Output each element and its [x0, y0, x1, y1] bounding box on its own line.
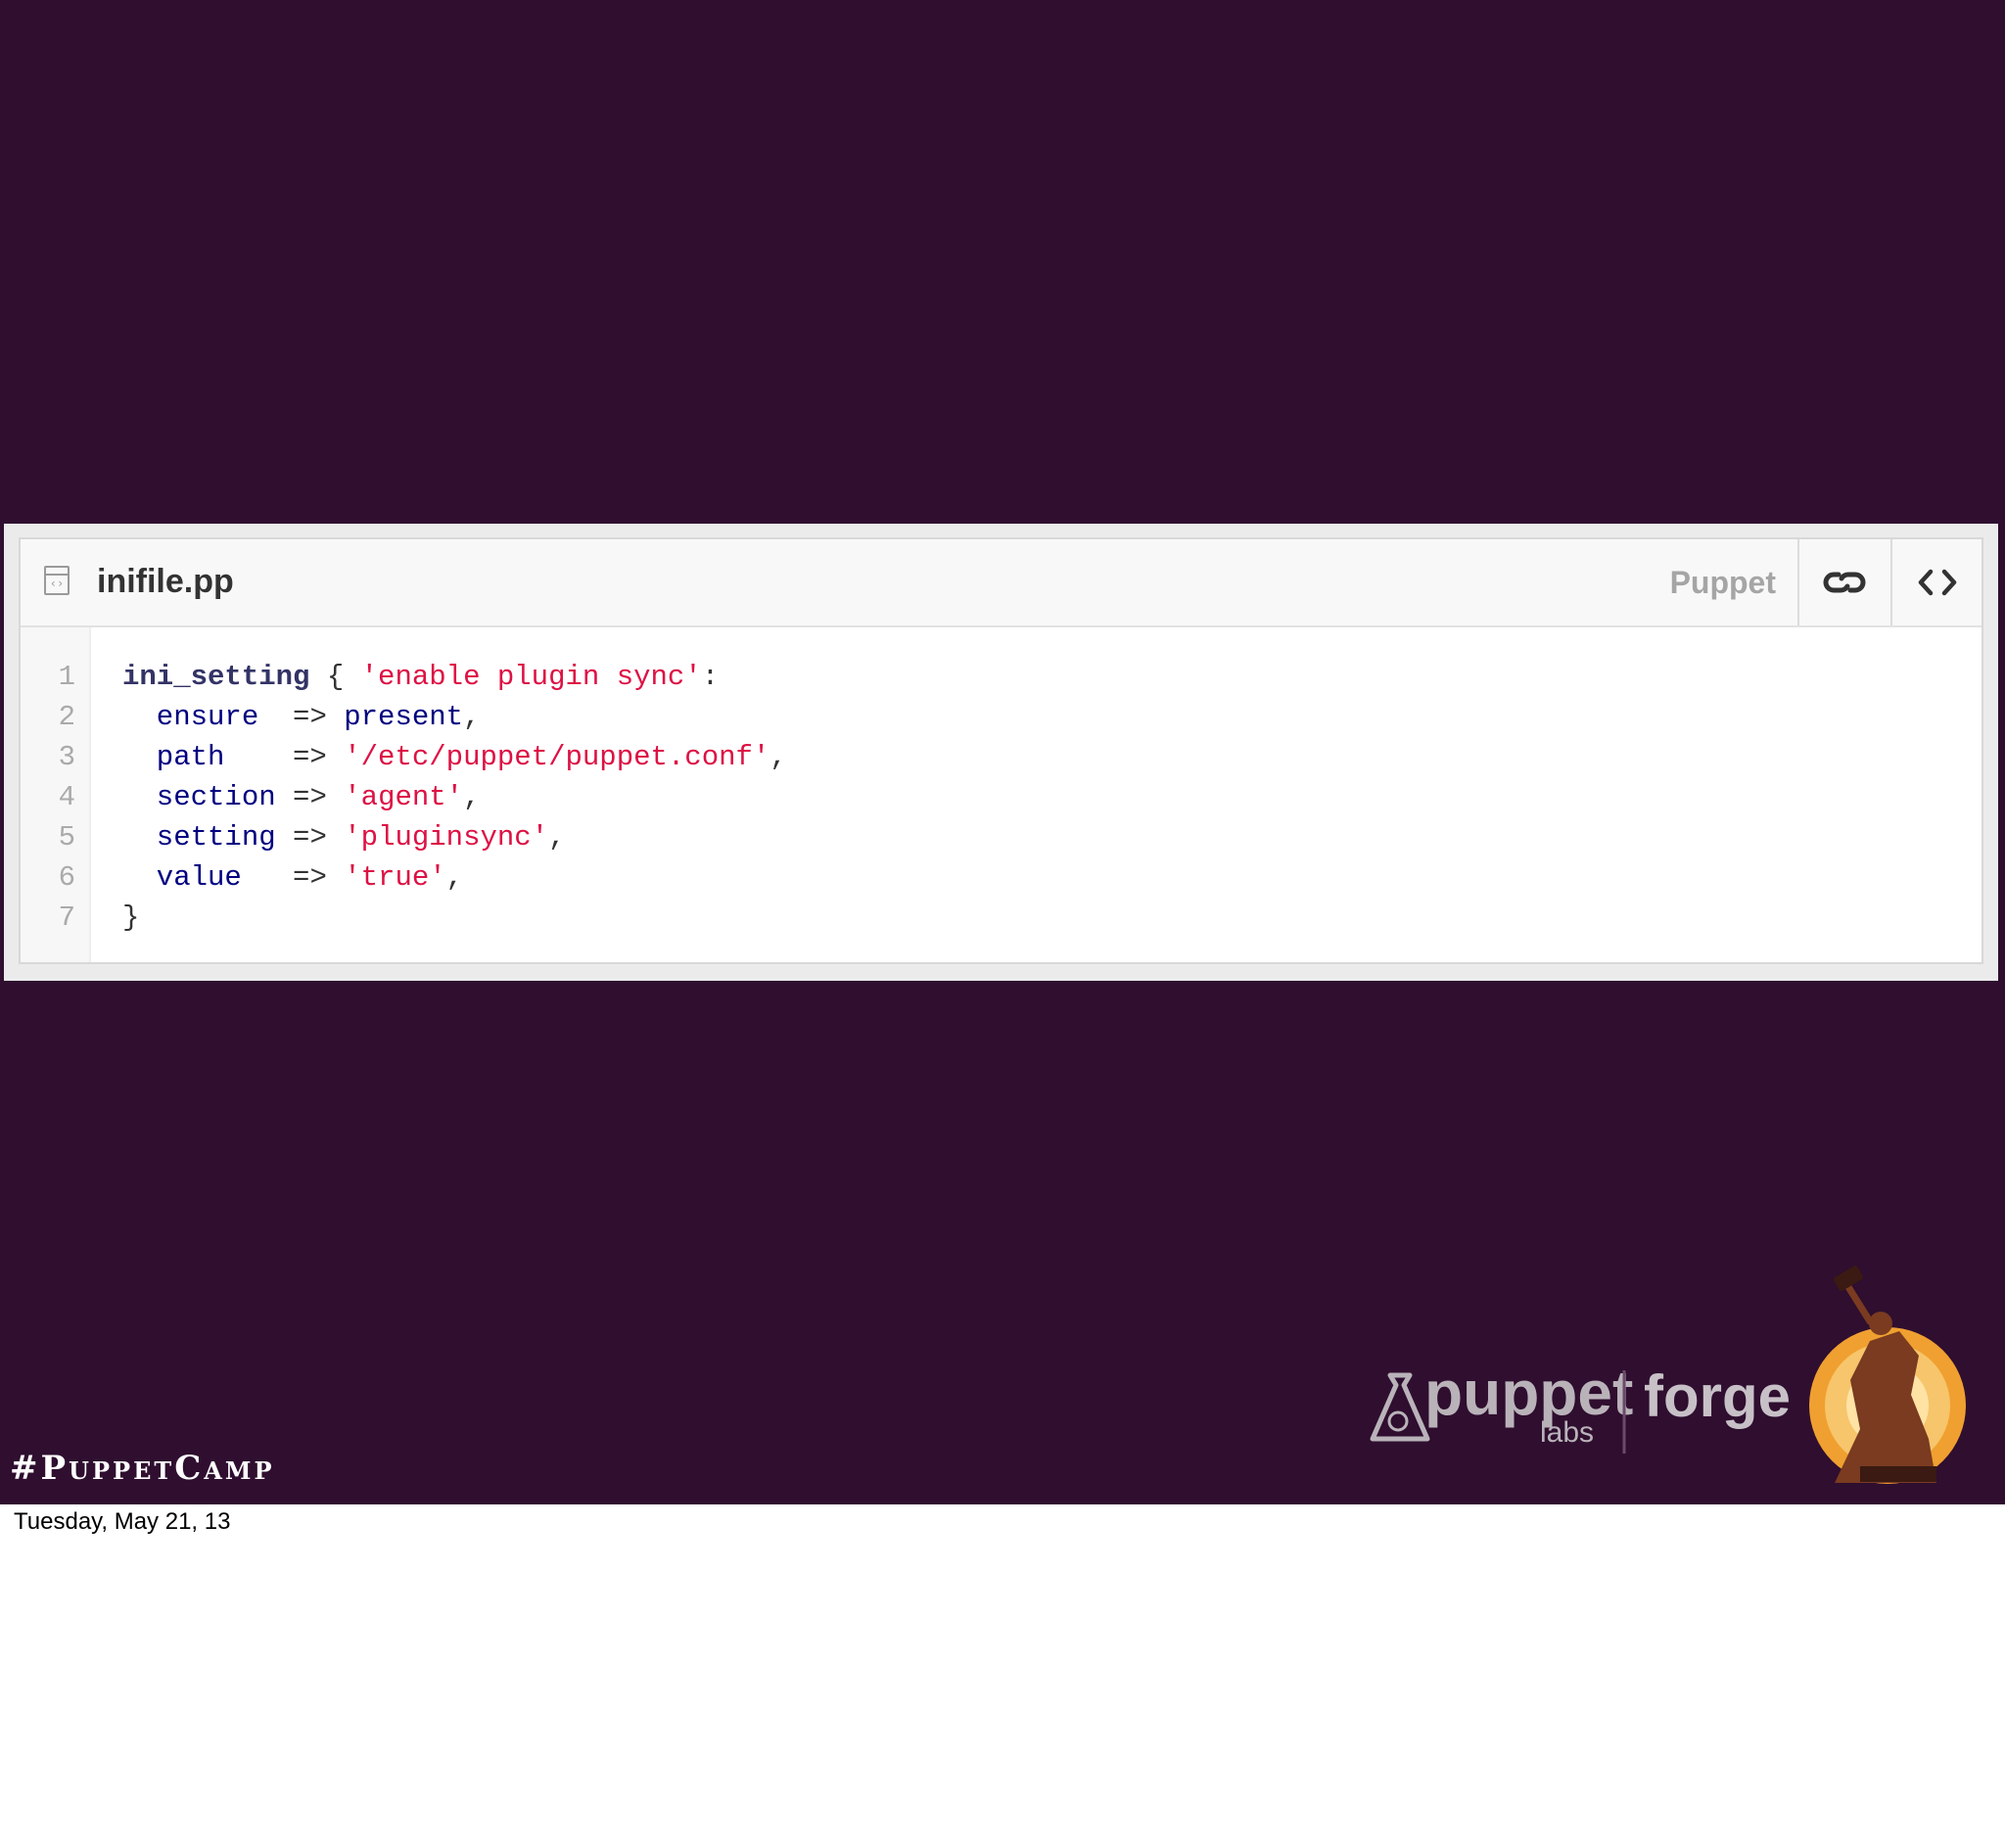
line-numbers: 1 2 3 4 5 6 7 — [21, 657, 75, 938]
code-attribute: value — [122, 861, 242, 894]
code-attribute: setting — [122, 821, 276, 854]
slide-background: ‹› inifile.pp Puppet 1 2 3 4 5 6 7 ini_s… — [0, 0, 2005, 1504]
code-arrow: => — [241, 861, 345, 894]
code-line: section => 'agent', — [122, 777, 787, 817]
code-string: '/etc/puppet/puppet.conf' — [344, 741, 770, 773]
code-punct: , — [463, 781, 481, 813]
code-punct: } — [122, 901, 140, 934]
code-lines: ini_setting { 'enable plugin sync': ensu… — [122, 657, 787, 938]
line-number[interactable]: 4 — [21, 777, 75, 817]
code-punct: , — [548, 821, 566, 854]
view-raw-button[interactable] — [1890, 539, 1982, 625]
slide-date: Tuesday, May 21, 13 — [14, 1508, 231, 1535]
code-line: ini_setting { 'enable plugin sync': — [122, 657, 787, 697]
code-block: 1 2 3 4 5 6 7 ini_setting { 'enable plug… — [21, 627, 1982, 962]
gist-embed: ‹› inifile.pp Puppet 1 2 3 4 5 6 7 ini_s… — [4, 524, 1998, 981]
file-name[interactable]: inifile.pp — [97, 563, 234, 601]
code-arrow: => — [275, 781, 345, 813]
code-attribute: ensure — [122, 701, 259, 733]
code-attribute: path — [122, 741, 225, 773]
hashtag: #PuppetCamp — [10, 1449, 275, 1488]
puppet-labs-logo: puppet labs — [1370, 1358, 1633, 1449]
code-punct: , — [463, 701, 481, 733]
code-icon — [1918, 569, 1956, 596]
gist-file: ‹› inifile.pp Puppet 1 2 3 4 5 6 7 ini_s… — [19, 537, 1983, 964]
code-punct: : — [701, 661, 720, 693]
gist-header: ‹› inifile.pp Puppet — [21, 539, 1982, 627]
line-number[interactable]: 1 — [21, 657, 75, 697]
code-string: 'agent' — [344, 781, 464, 813]
code-string: 'pluginsync' — [344, 821, 549, 854]
line-number[interactable]: 5 — [21, 817, 75, 857]
resource-type: ini_setting — [122, 661, 310, 693]
code-value: present — [344, 701, 464, 733]
code-attribute: section — [122, 781, 276, 813]
line-number[interactable]: 2 — [21, 697, 75, 737]
svg-text:puppet: puppet — [1424, 1358, 1633, 1428]
code-line: } — [122, 898, 787, 938]
code-punct: , — [769, 741, 787, 773]
code-line: value => 'true', — [122, 857, 787, 898]
branding-logos: puppet labs forge — [1370, 1266, 1966, 1484]
forge-logo: forge — [1644, 1363, 1791, 1429]
code-arrow: => — [275, 821, 345, 854]
code-line: path => '/etc/puppet/puppet.conf', — [122, 737, 787, 777]
code-string: 'enable plugin sync' — [360, 661, 702, 693]
code-line: setting => 'pluginsync', — [122, 817, 787, 857]
line-number[interactable]: 3 — [21, 737, 75, 777]
blacksmith-emblem — [1809, 1266, 1966, 1484]
code-arrow: => — [224, 741, 345, 773]
code-punct: , — [445, 861, 464, 894]
line-number[interactable]: 7 — [21, 898, 75, 938]
code-line: ensure => present, — [122, 697, 787, 737]
file-code-icon: ‹› — [44, 566, 70, 595]
line-number[interactable]: 6 — [21, 857, 75, 898]
language-label: Puppet — [1669, 565, 1776, 600]
code-arrow: => — [258, 701, 345, 733]
svg-text:labs: labs — [1540, 1416, 1594, 1449]
code-string: 'true' — [344, 861, 446, 894]
permalink-button[interactable] — [1797, 539, 1888, 625]
link-icon — [1823, 572, 1865, 593]
code-punct: { — [309, 661, 361, 693]
